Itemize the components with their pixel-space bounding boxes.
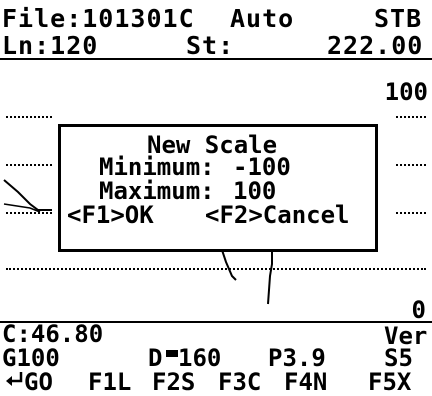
- reading-value: C:46.80: [2, 320, 104, 348]
- maximum-value[interactable]: 100: [233, 179, 276, 203]
- depth-value: 160: [178, 344, 222, 372]
- gain-value: G100: [2, 344, 60, 372]
- softkey-go[interactable]: GO: [24, 370, 53, 394]
- file-label: File:101301C: [2, 4, 195, 33]
- station-value: 222.00: [327, 31, 424, 60]
- maximum-label: Maximum:: [99, 177, 215, 205]
- softkey-f3[interactable]: F3C: [218, 370, 261, 394]
- minimum-value[interactable]: -100: [233, 155, 291, 179]
- ok-button[interactable]: <F1>OK: [67, 203, 154, 227]
- instrument-screen: File:101301C Auto STB Ln:120 St: 222.00 …: [0, 0, 432, 395]
- minimum-label: Minimum:: [99, 153, 215, 181]
- enter-icon: [6, 372, 24, 388]
- softkey-f2[interactable]: F2S: [152, 370, 195, 394]
- header-divider: [0, 58, 432, 60]
- mode-label: Auto: [230, 4, 295, 33]
- softkey-f5[interactable]: F5X: [368, 370, 411, 394]
- softkey-f1[interactable]: F1L: [88, 370, 131, 394]
- station-label: St:: [186, 31, 235, 60]
- param-value: P3.9: [268, 344, 326, 372]
- depth-prefix: D: [148, 344, 163, 372]
- corner-label: STB: [374, 4, 423, 33]
- softkey-f4[interactable]: F4N: [284, 370, 327, 394]
- cancel-button[interactable]: <F2>Cancel: [205, 203, 350, 227]
- new-scale-dialog: New Scale Minimum: -100 Maximum: 100 <F1…: [58, 124, 378, 252]
- speed-value: S5: [384, 344, 413, 372]
- line-label: Ln:120: [2, 31, 99, 60]
- depth-marker: [166, 350, 178, 357]
